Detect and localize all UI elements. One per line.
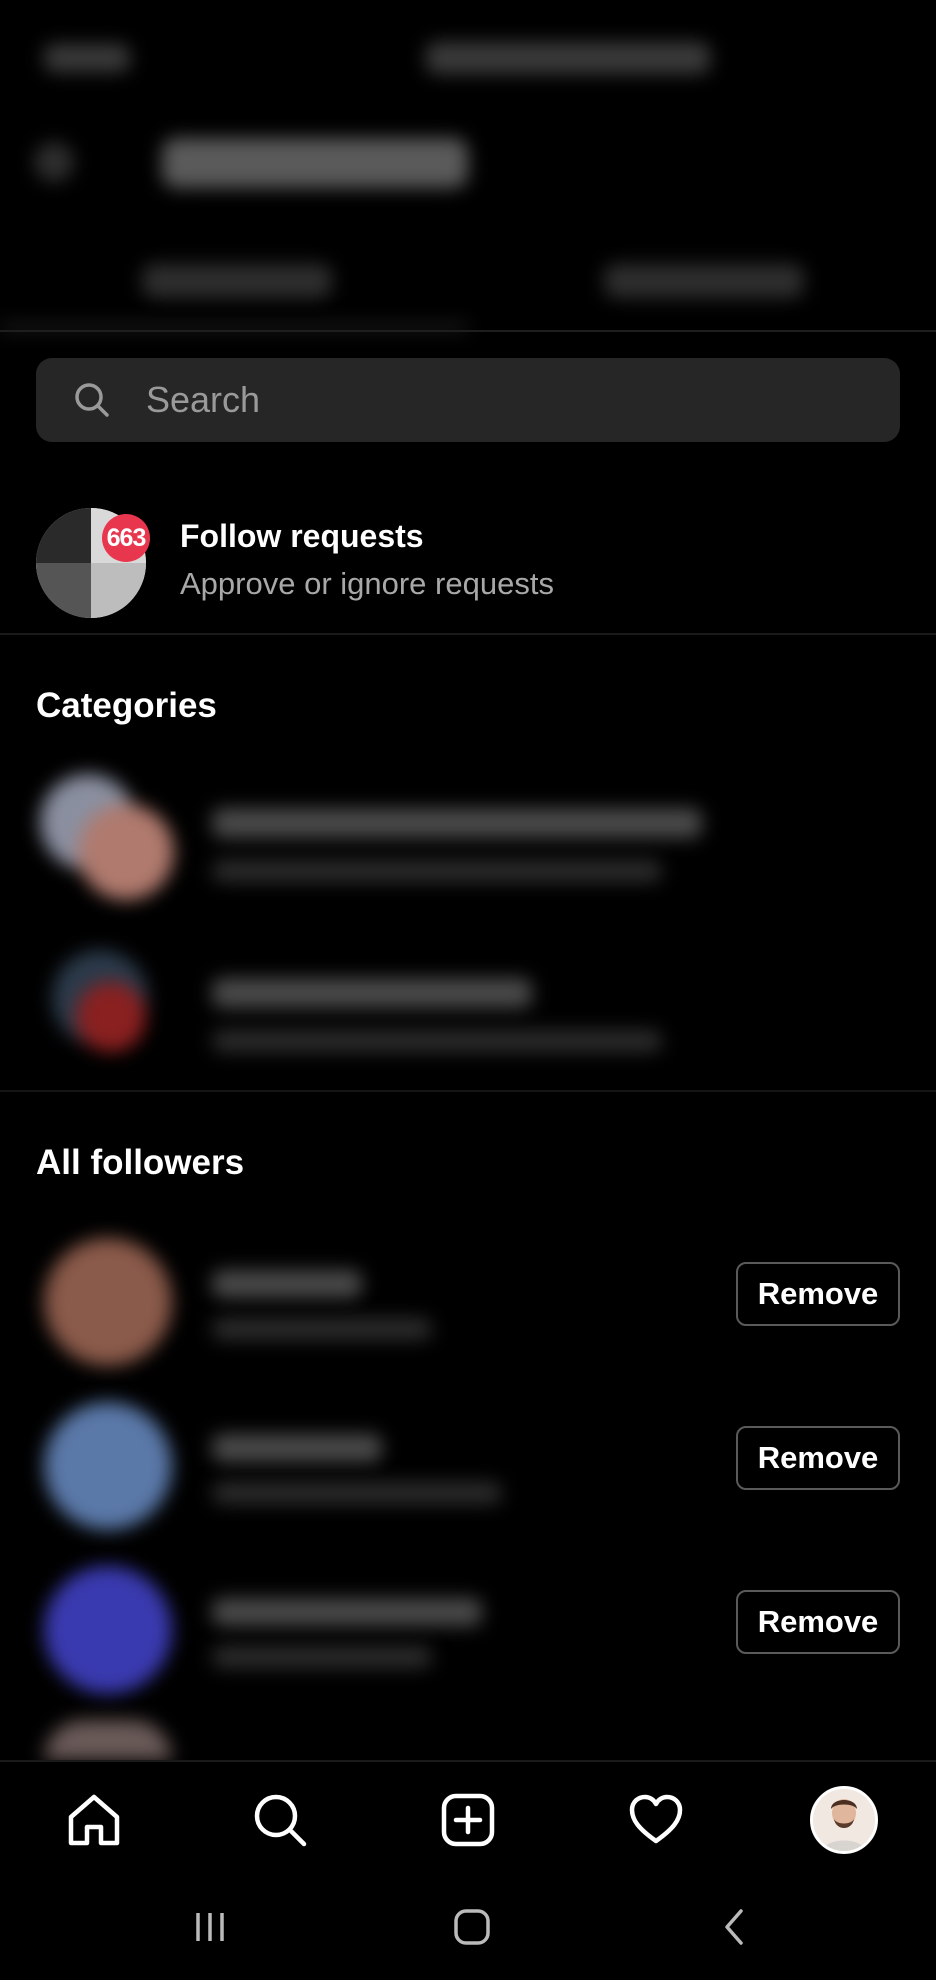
follower-username [212,1434,382,1462]
search-icon [75,383,109,417]
back-arrow-icon[interactable] [34,142,74,182]
remove-button[interactable]: Remove [736,1426,900,1490]
category-subtitle [212,1030,662,1052]
status-bar-time [44,44,130,72]
tab-following[interactable] [604,264,804,298]
follower-avatar [44,1566,172,1694]
heart-icon[interactable] [620,1784,692,1856]
category-row[interactable] [0,942,936,1082]
followers-tabs [0,230,936,330]
follower-username [212,1270,362,1298]
search-input[interactable] [146,358,866,442]
recents-icon[interactable] [180,1902,240,1952]
divider [0,633,936,635]
all-followers-heading: All followers [36,1143,245,1182]
categories-heading: Categories [36,686,217,725]
follower-avatar [44,1402,172,1530]
follower-avatar [44,1720,172,1760]
follower-name [212,1318,432,1340]
follower-row[interactable]: Remove [0,1386,936,1536]
follow-requests-title: Follow requests [180,518,424,554]
search-bar[interactable] [36,358,900,442]
follower-name [212,1482,502,1504]
follow-requests-subtitle: Approve or ignore requests [180,566,554,601]
follower-avatar [44,1238,172,1366]
remove-button[interactable]: Remove [736,1590,900,1654]
divider [0,1090,936,1092]
system-nav-bar [0,1872,936,1980]
follow-requests-badge: 663 [102,514,150,562]
home-icon[interactable] [58,1784,130,1856]
follow-requests-row[interactable]: 663 Follow requests Approve or ignore re… [0,496,936,636]
category-title [212,978,532,1008]
status-bar-indicators [426,42,710,74]
category-row[interactable] [0,768,936,908]
follower-username [212,1598,482,1626]
category-subtitle [212,860,662,882]
follower-name [212,1646,432,1668]
category-title [212,808,702,838]
back-icon[interactable] [704,1902,764,1952]
follower-row[interactable]: Remove [0,1222,936,1372]
remove-button[interactable]: Remove [736,1262,900,1326]
page-title [162,138,468,188]
page-header [0,110,936,230]
follower-row[interactable]: Remove [0,1550,936,1700]
status-bar [0,0,936,110]
search-icon[interactable] [244,1784,316,1856]
bottom-nav [0,1760,936,1872]
profile-avatar[interactable] [808,1784,880,1856]
create-post-icon[interactable] [432,1784,504,1856]
tab-followers[interactable] [142,264,332,298]
home-button-icon[interactable] [442,1902,502,1952]
tabs-divider [0,330,936,332]
